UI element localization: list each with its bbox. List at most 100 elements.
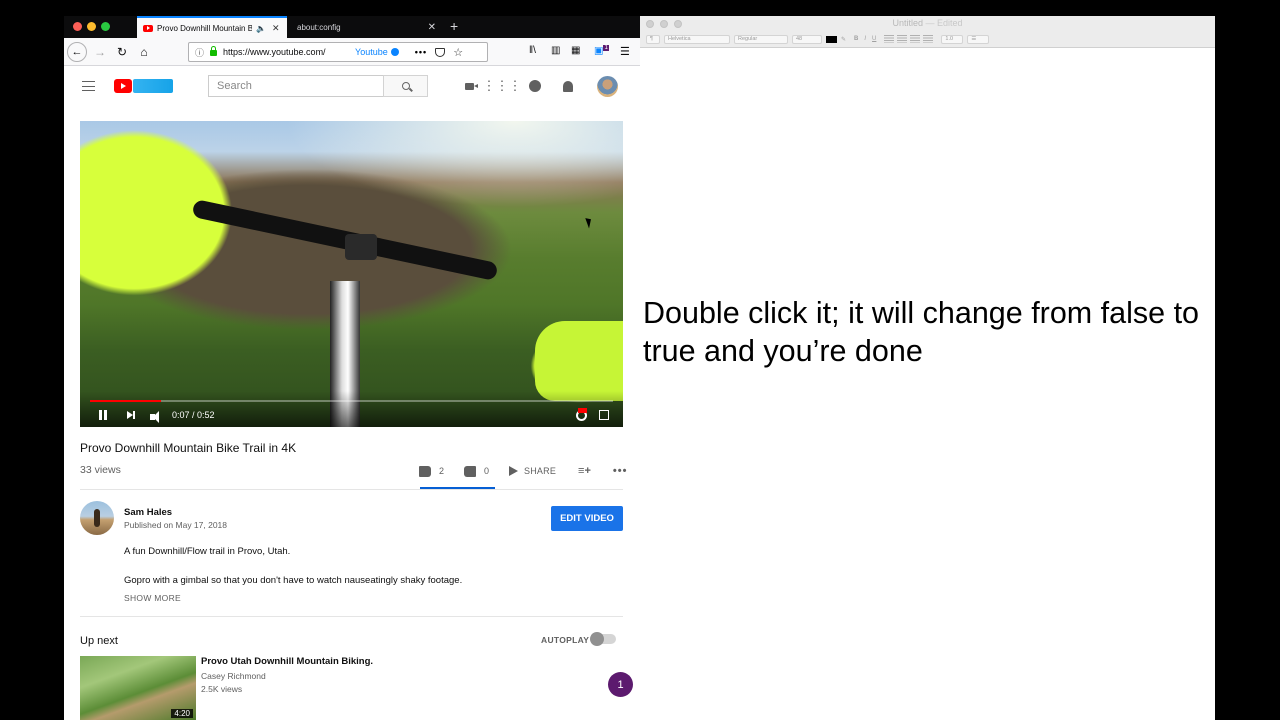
youtube-play-logo-icon: [114, 79, 132, 93]
up-next-heading: Up next: [80, 635, 118, 647]
messages-icon[interactable]: [528, 79, 542, 93]
font-size-field[interactable]: 48: [792, 34, 822, 44]
search-input[interactable]: Search: [208, 75, 384, 97]
forward-button[interactable]: →: [90, 42, 110, 62]
thumbs-down-icon[interactable]: [464, 465, 477, 477]
page-actions-button[interactable]: •••: [415, 47, 427, 57]
zoom-window-button[interactable]: [101, 22, 110, 31]
text-color-swatch[interactable]: [826, 35, 837, 43]
add-to-playlist-icon[interactable]: ≡+: [578, 465, 591, 477]
notification-bubble[interactable]: 1: [608, 672, 633, 697]
divider: [80, 616, 623, 617]
url-text[interactable]: https://www.youtube.com/: [223, 47, 343, 57]
italic-button[interactable]: I: [864, 36, 866, 42]
new-tab-button[interactable]: +: [450, 18, 458, 34]
menu-icon[interactable]: ☰: [620, 45, 630, 58]
video-frame-glove: [535, 321, 623, 401]
edit-video-button[interactable]: EDIT VIDEO: [551, 506, 623, 531]
fullscreen-icon[interactable]: [599, 410, 609, 420]
share-icon[interactable]: [509, 466, 519, 476]
document-name: Untitled: [892, 18, 923, 28]
time-display: 0:07 / 0:52: [172, 410, 215, 420]
guide-menu-icon[interactable]: [82, 81, 95, 91]
up-next-views: 2.5K views: [201, 684, 243, 694]
more-actions-icon[interactable]: •••: [613, 465, 628, 477]
textedit-window: Untitled — Edited ¶ Helvetica Regular 48…: [640, 16, 1215, 720]
document-title: Untitled — Edited: [640, 18, 1215, 28]
share-button[interactable]: SHARE: [524, 466, 556, 476]
apps-grid-icon[interactable]: ⋮⋮⋮: [483, 78, 522, 93]
format-toolbar: ¶ Helvetica Regular 48 ✎ B I U 1.0 ☰: [646, 34, 993, 44]
close-tab-icon[interactable]: ✕: [272, 23, 280, 34]
notifications-bell-icon[interactable]: [561, 79, 575, 93]
up-next-thumbnail[interactable]: 4:20: [80, 656, 196, 720]
channel-name[interactable]: Sam Hales: [124, 507, 172, 518]
document-body[interactable]: Double click it; it will change from fal…: [643, 294, 1208, 370]
lock-icon[interactable]: [210, 46, 218, 56]
youtube-header: Search ⋮⋮⋮: [64, 66, 640, 106]
speaker-icon[interactable]: 🔈: [256, 24, 266, 33]
view-count: 33 views: [80, 464, 121, 476]
extensions-icon[interactable]: ▦: [571, 45, 580, 56]
player-controls: 0:07 / 0:52: [80, 391, 623, 427]
youtube-logo[interactable]: [114, 79, 173, 93]
pause-icon[interactable]: [99, 410, 107, 420]
video-actions: 2 0 SHARE ≡+ •••: [419, 463, 627, 479]
library-icon[interactable]: ‖\: [529, 45, 536, 56]
channel-avatar[interactable]: [80, 501, 114, 535]
thumbs-up-icon[interactable]: [419, 465, 431, 477]
bookmark-star-icon[interactable]: ☆: [453, 46, 463, 59]
search-icon: [401, 82, 410, 90]
info-icon[interactable]: ⓘ: [195, 46, 204, 59]
url-bar[interactable]: ⓘ https://www.youtube.com/ Youtube ••• ☆: [188, 42, 488, 62]
autoplay-toggle[interactable]: [590, 632, 616, 646]
volume-icon[interactable]: [150, 411, 159, 423]
close-window-button[interactable]: [73, 22, 82, 31]
tab-about-config[interactable]: about:config ✕: [290, 16, 440, 38]
align-left-icon[interactable]: [884, 35, 895, 43]
tab-youtube[interactable]: Provo Downhill Mountain Bike 🔈 ✕: [137, 16, 287, 38]
font-family-select[interactable]: Helvetica: [664, 34, 730, 44]
align-justify-icon[interactable]: [923, 35, 934, 43]
line-spacing-select[interactable]: 1.0: [941, 34, 964, 44]
dislike-count: 0: [484, 466, 490, 476]
underline-button[interactable]: U: [872, 36, 876, 42]
account-avatar[interactable]: [597, 76, 618, 97]
search-button[interactable]: [383, 75, 428, 97]
video-player[interactable]: 0:07 / 0:52: [80, 121, 623, 427]
extension-badge-count: 1: [603, 45, 609, 51]
hd-badge-icon: [578, 408, 587, 413]
navigation-bar: ← → ↻ ⌂ ⓘ https://www.youtube.com/ Youtu…: [64, 38, 640, 66]
font-style-select[interactable]: Regular: [734, 34, 788, 44]
list-style-icon[interactable]: ☰: [967, 34, 990, 44]
up-next-channel: Casey Richmond: [201, 671, 266, 681]
show-more-button[interactable]: SHOW MORE: [124, 593, 181, 603]
video-title: Provo Downhill Mountain Bike Trail in 4K: [80, 441, 297, 455]
pocket-icon[interactable]: [435, 47, 446, 57]
autoplay-label: AUTOPLAY: [541, 635, 590, 645]
extension-badge-icon[interactable]: ▣1: [594, 45, 609, 56]
progress-bar[interactable]: [90, 400, 613, 402]
paragraph-style-select[interactable]: ¶: [646, 34, 660, 44]
tab-title: Provo Downhill Mountain Bike: [157, 23, 252, 33]
align-center-icon[interactable]: [897, 35, 908, 43]
close-tab-icon[interactable]: ✕: [428, 22, 436, 33]
bold-button[interactable]: B: [854, 36, 858, 42]
back-button[interactable]: ←: [67, 42, 87, 62]
tab-bar: Provo Downhill Mountain Bike 🔈 ✕ about:c…: [64, 16, 640, 38]
reload-button[interactable]: ↻: [112, 42, 132, 62]
edited-status: — Edited: [925, 18, 963, 28]
create-video-icon[interactable]: [462, 79, 478, 93]
next-video-icon[interactable]: [127, 411, 135, 419]
bookmark-label[interactable]: Youtube: [355, 47, 388, 57]
video-frame-gopro: [345, 234, 377, 260]
align-right-icon[interactable]: [910, 35, 921, 43]
description-line: Gopro with a gimbal so that you don't ha…: [124, 575, 463, 586]
minimize-window-button[interactable]: [87, 22, 96, 31]
home-button[interactable]: ⌂: [134, 42, 154, 62]
highlight-color-icon[interactable]: ✎: [841, 36, 846, 43]
up-next-title[interactable]: Provo Utah Downhill Mountain Biking.: [201, 656, 373, 667]
bookmark-dot-icon: [390, 48, 399, 56]
youtube-doodle-icon: [133, 79, 173, 93]
sidebar-icon[interactable]: ▥: [551, 45, 560, 56]
